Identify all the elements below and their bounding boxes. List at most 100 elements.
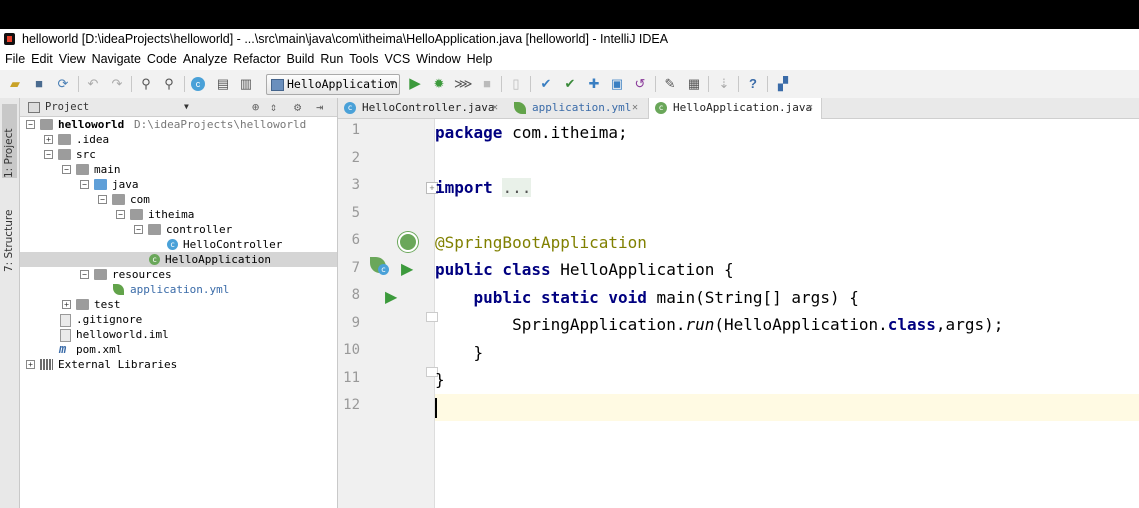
copy-icon[interactable]: ▤ — [214, 75, 232, 93]
tree-item-controller[interactable]: − controller — [20, 222, 337, 237]
paste-icon[interactable]: ▥ — [237, 75, 255, 93]
vcs-compare-icon[interactable]: ✚ — [585, 75, 603, 93]
collapse-icon[interactable]: − — [26, 120, 35, 129]
menu-run[interactable]: Run — [318, 49, 345, 69]
collapse-icon[interactable]: − — [98, 195, 107, 204]
menu-window[interactable]: Window — [414, 49, 462, 69]
tree-item-itheima[interactable]: − itheima — [20, 207, 337, 222]
class-icon[interactable]: c — [191, 77, 205, 91]
scroll-from-source-icon[interactable]: ⊕ — [252, 98, 259, 116]
debug-icon[interactable]: ✹ — [430, 75, 448, 93]
coverage-icon[interactable]: ⋙ — [454, 75, 473, 93]
collapse-all-icon[interactable]: ⇕ — [270, 98, 277, 116]
folded-imports[interactable]: ... — [502, 178, 532, 197]
redo-icon[interactable]: ↷ — [108, 75, 126, 93]
code-line-11: } — [435, 366, 1139, 393]
menu-tools[interactable]: Tools — [347, 49, 380, 69]
replace-icon[interactable]: ⚲ — [160, 75, 178, 93]
run-icon[interactable]: ▶ — [406, 75, 424, 93]
collapse-icon[interactable]: − — [134, 225, 143, 234]
menu-vcs[interactable]: VCS — [382, 49, 412, 69]
settings-icon[interactable]: ✎ — [661, 75, 679, 93]
tree-item-helloworld-iml[interactable]: helloworld.iml — [20, 327, 337, 342]
undo-icon[interactable]: ↶ — [84, 75, 102, 93]
help-icon[interactable]: ? — [744, 75, 762, 93]
gear-icon[interactable]: ⚙ — [294, 98, 301, 116]
project-structure-icon[interactable]: ▦ — [685, 75, 703, 93]
collapse-icon[interactable]: − — [80, 270, 89, 279]
tree-item-com[interactable]: − com — [20, 192, 337, 207]
code-line-3: import ... — [435, 174, 1139, 201]
project-path: D:\ideaProjects\helloworld — [134, 118, 307, 131]
menu-code[interactable]: Code — [145, 49, 179, 69]
collapse-icon[interactable]: − — [116, 210, 125, 219]
collapse-icon[interactable]: − — [80, 180, 89, 189]
toolbar-separator — [738, 76, 739, 92]
tree-item-resources[interactable]: − resources — [20, 267, 337, 282]
toolbar-separator — [501, 76, 502, 92]
vcs-update-icon[interactable]: ✔ — [537, 75, 555, 93]
tree-item-java[interactable]: − java — [20, 177, 337, 192]
spring-bean-icon[interactable] — [398, 232, 418, 252]
line-number: 5 — [351, 205, 360, 221]
tree-item-external-libraries[interactable]: + External Libraries — [20, 357, 337, 372]
build-icon[interactable]: ▯ — [507, 75, 525, 93]
menu-navigate[interactable]: Navigate — [90, 49, 143, 69]
expand-icon[interactable]: + — [44, 135, 53, 144]
vcs-history-icon[interactable]: ▣ — [608, 75, 626, 93]
collapse-icon[interactable]: − — [44, 150, 53, 159]
collapse-icon[interactable]: − — [62, 165, 71, 174]
run-configuration-select[interactable]: HelloApplication ▼ — [266, 74, 400, 95]
menu-help[interactable]: Help — [465, 49, 495, 69]
menu-edit[interactable]: Edit — [29, 49, 55, 69]
project-view-label[interactable]: Project — [45, 98, 89, 116]
menu-analyze[interactable]: Analyze — [181, 49, 229, 69]
chevron-down-icon[interactable]: ▼ — [184, 98, 189, 116]
expand-icon[interactable]: + — [62, 300, 71, 309]
code-area[interactable]: package com.itheima; import ... @SpringB… — [435, 119, 1139, 508]
menu-view[interactable]: View — [57, 49, 88, 69]
code-token: ,args); — [935, 315, 1004, 334]
menu-build[interactable]: Build — [285, 49, 317, 69]
open-folder-icon[interactable]: ▰ — [6, 75, 24, 93]
close-icon[interactable]: ✕ — [807, 98, 813, 118]
menu-refactor[interactable]: Refactor — [231, 49, 282, 69]
annotation-springbootapplication: @SpringBootApplication — [435, 233, 647, 252]
tree-item-hellocontroller[interactable]: c HelloController — [20, 237, 337, 252]
expand-icon[interactable]: + — [26, 360, 35, 369]
tab-structure-tool-window[interactable]: 7: Structure — [2, 194, 17, 272]
sdk-icon[interactable]: ⇣ — [715, 75, 733, 93]
menu-file[interactable]: File — [3, 49, 27, 69]
folder-icon — [58, 149, 71, 160]
vcs-revert-icon[interactable]: ↺ — [631, 75, 649, 93]
tree-item-idea[interactable]: + .idea — [20, 132, 337, 147]
vcs-commit-icon[interactable]: ✔ — [561, 75, 579, 93]
keyword-public-static-void: public static void — [473, 288, 647, 307]
tree-item-application-yml[interactable]: application.yml — [20, 282, 337, 297]
hide-panel-icon[interactable]: ⇥ — [316, 98, 323, 116]
tab-helloapplication[interactable]: c HelloApplication.java ✕ — [648, 98, 822, 119]
stop-icon[interactable]: ■ — [478, 75, 496, 93]
tab-hellocontroller[interactable]: c HelloController.java ✕ — [338, 98, 504, 118]
tree-item-helloworld[interactable]: − helloworld D:\ideaProjects\helloworld — [20, 117, 337, 132]
tree-item-gitignore[interactable]: .gitignore — [20, 312, 337, 327]
save-all-icon[interactable]: ■ — [30, 75, 48, 93]
sync-icon[interactable]: ⟳ — [54, 75, 72, 93]
close-icon[interactable]: ✕ — [632, 98, 638, 118]
tree-item-test[interactable]: + test — [20, 297, 337, 312]
tree-item-helloapplication[interactable]: c HelloApplication — [20, 252, 337, 267]
tab-project-tool-window[interactable]: 1: Project — [2, 104, 17, 178]
find-icon[interactable]: ⚲ — [137, 75, 155, 93]
run-gutter-icon[interactable]: ▶ — [385, 287, 397, 307]
code-token: (HelloApplication. — [714, 315, 888, 334]
closing-brace: } — [473, 343, 484, 362]
keyword-import: import — [435, 178, 493, 197]
tree-item-pom-xml[interactable]: m pom.xml — [20, 342, 337, 357]
tree-item-src[interactable]: − src — [20, 147, 337, 162]
tab-application-yml[interactable]: application.yml ✕ — [508, 98, 644, 118]
jetbrains-toolbox-icon[interactable]: ▞ — [774, 75, 792, 93]
run-gutter-icon[interactable]: ▶ — [401, 259, 413, 279]
tree-item-label: test — [94, 298, 121, 311]
tree-item-main[interactable]: − main — [20, 162, 337, 177]
close-icon[interactable]: ✕ — [492, 98, 498, 118]
